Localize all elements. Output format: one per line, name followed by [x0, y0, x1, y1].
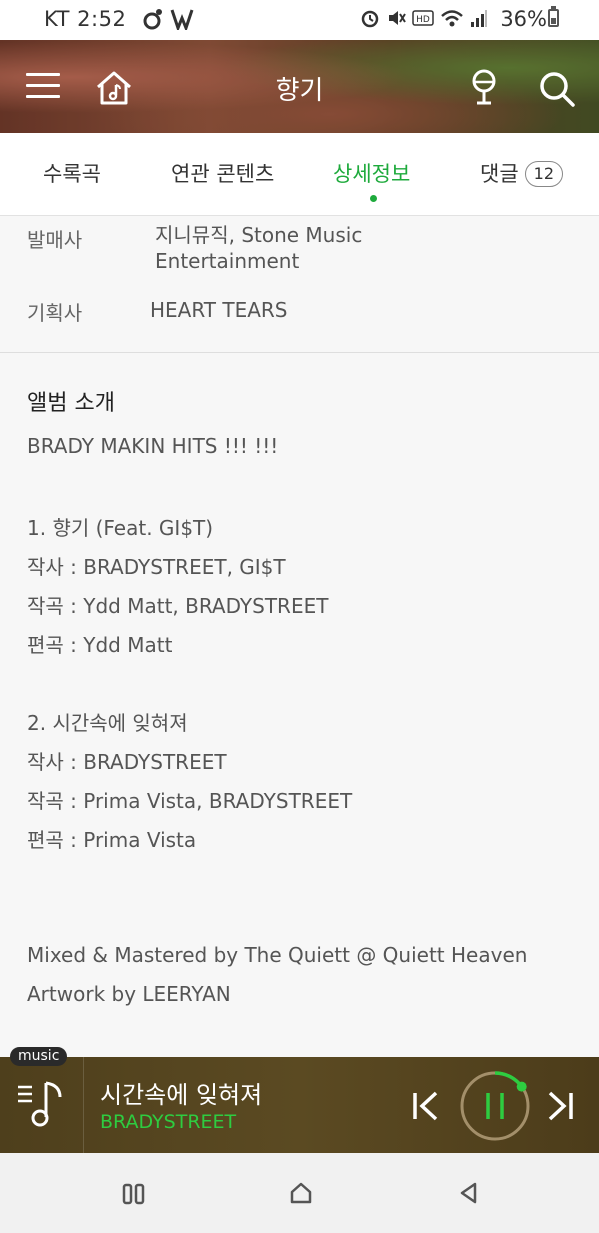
- status-icons-right: HD: [360, 8, 488, 28]
- search-icon[interactable]: [538, 70, 576, 108]
- carrier-time: KT 2:52: [44, 7, 127, 31]
- publisher-value-line1: 지니뮤직, Stone Music: [155, 223, 363, 247]
- tab-comments-label: 댓글: [480, 162, 519, 186]
- svg-text:HD: HD: [416, 15, 430, 25]
- mute-icon: [389, 11, 406, 25]
- battery-percent: 36%: [500, 7, 547, 31]
- v-app-icon: [170, 9, 194, 30]
- agency-value: HEART TEARS: [150, 298, 288, 322]
- comment-count-badge: 12: [524, 161, 563, 187]
- album-header: 향기: [0, 40, 599, 133]
- intro-line: 작곡 : Prima Vista, BRADYSTREET: [27, 789, 353, 813]
- status-bar: KT 2:52 HD 36%: [0, 0, 599, 40]
- player-separator: [83, 1057, 84, 1153]
- tab-bar: 수록곡 연관 콘텐츠 상세정보 댓글 12: [0, 133, 599, 216]
- tab-tracklist[interactable]: 수록곡: [43, 158, 101, 188]
- agency-label: 기획사: [27, 301, 83, 325]
- playback-progress-knob[interactable]: [516, 1081, 527, 1092]
- music-tag: music: [10, 1047, 68, 1066]
- previous-track-icon[interactable]: [412, 1091, 440, 1121]
- now-playing-title[interactable]: 시간속에 잊혀져: [100, 1075, 262, 1110]
- intro-line: BRADY MAKIN HITS !!! !!!: [27, 434, 279, 458]
- wifi-icon: [441, 10, 463, 27]
- alarm-icon: [361, 10, 379, 28]
- intro-line: 편곡 : Prima Vista: [27, 828, 197, 852]
- tab-comments[interactable]: 댓글 12: [480, 158, 563, 188]
- active-tab-indicator: [370, 195, 377, 202]
- recent-apps-icon[interactable]: [122, 1183, 146, 1205]
- intro-line: 1. 향기 (Feat. GI$T): [27, 516, 214, 540]
- playlist-note-icon[interactable]: [16, 1077, 66, 1129]
- hd-icon: HD: [412, 10, 434, 26]
- status-icons-left: [142, 8, 194, 30]
- pause-icon: [486, 1093, 504, 1119]
- publisher-value-line2: Entertainment: [155, 249, 300, 273]
- mini-player[interactable]: 시간속에 잊혀져 BRADYSTREET: [0, 1057, 599, 1153]
- publisher-label: 발매사: [27, 228, 83, 252]
- section-divider: [0, 352, 599, 353]
- intro-line: 작사 : BRADYSTREET: [27, 750, 227, 774]
- intro-line: 작곡 : Ydd Matt, BRADYSTREET: [27, 594, 329, 618]
- now-playing-artist[interactable]: BRADYSTREET: [100, 1111, 236, 1133]
- album-intro-title: 앨범 소개: [27, 391, 115, 416]
- tab-related-content[interactable]: 연관 콘텐츠: [171, 158, 274, 188]
- pause-button[interactable]: [458, 1069, 532, 1143]
- back-icon[interactable]: [457, 1181, 481, 1205]
- intro-line: Artwork by LEERYAN: [27, 982, 231, 1006]
- intro-line: 편곡 : Ydd Matt: [27, 633, 173, 657]
- system-nav-bar: [0, 1153, 599, 1233]
- details-content[interactable]: 발매사 지니뮤직, Stone Music Entertainment 기획사 …: [0, 215, 599, 1057]
- mic-icon[interactable]: [470, 68, 498, 108]
- intro-line: 2. 시간속에 잊혀져: [27, 711, 188, 735]
- notification-icon: [143, 9, 162, 30]
- signal-icon: [471, 10, 487, 27]
- home-icon[interactable]: [289, 1181, 313, 1205]
- intro-line: Mixed & Mastered by The Quiett @ Quiett …: [27, 943, 528, 967]
- next-track-icon[interactable]: [546, 1091, 574, 1121]
- battery-icon: [548, 9, 559, 27]
- intro-line: 작사 : BRADYSTREET, GI$T: [27, 555, 286, 579]
- header-title: 향기: [275, 76, 324, 106]
- tab-details[interactable]: 상세정보: [333, 158, 410, 188]
